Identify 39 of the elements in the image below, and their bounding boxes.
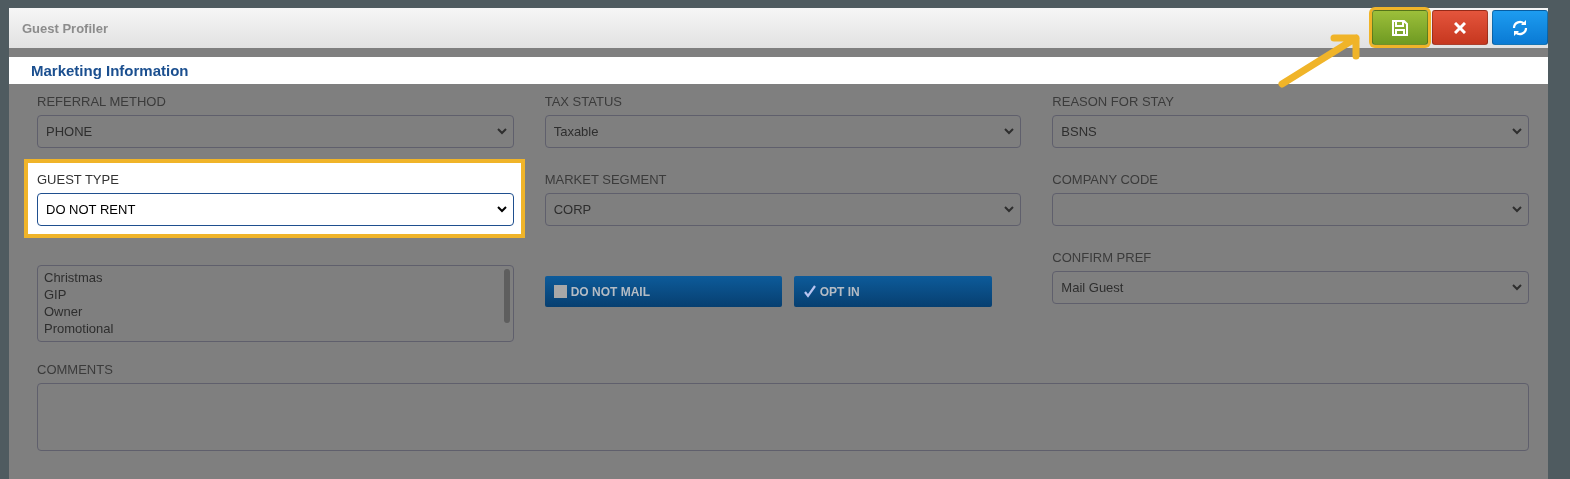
refresh-icon xyxy=(1511,18,1529,37)
close-icon xyxy=(1454,21,1466,34)
field-label: GUEST TYPE xyxy=(37,172,120,187)
chevron-down-icon xyxy=(1004,128,1015,135)
save-icon xyxy=(1392,19,1408,36)
comments-field[interactable] xyxy=(37,383,1529,451)
chevron-down-icon xyxy=(496,128,507,135)
cancel-button[interactable] xyxy=(1432,10,1488,45)
field-label: MARKET SEGMENT xyxy=(544,172,668,187)
list-option[interactable]: GIP xyxy=(44,286,507,303)
list-option[interactable]: Owner xyxy=(44,303,507,320)
chevron-down-icon xyxy=(1512,284,1522,291)
list-box[interactable]: Christmas GIP Owner Promotional xyxy=(37,265,514,342)
field-label: COMPANY CODE xyxy=(1052,172,1160,187)
save-button[interactable] xyxy=(1372,10,1428,45)
select-field[interactable]: BSNS xyxy=(1052,115,1529,148)
chevron-down-icon xyxy=(1512,206,1522,213)
checkbox-button[interactable]: OPT IN xyxy=(793,276,992,307)
list-option[interactable]: Christmas xyxy=(44,269,507,286)
checkbox-button[interactable]: DO NOT MAIL xyxy=(544,276,782,307)
select-field[interactable]: DO NOT RENT xyxy=(37,193,514,226)
field-label: TAX STATUS xyxy=(544,94,623,109)
select-field[interactable]: PHONE xyxy=(37,115,514,148)
select-field[interactable]: CORP xyxy=(544,193,1022,226)
list-option[interactable]: Promotional xyxy=(44,320,507,337)
window-title: Guest Profiler xyxy=(22,20,108,36)
scrollbar[interactable] xyxy=(503,269,510,323)
section-title: Marketing Information xyxy=(31,62,189,79)
chevron-down-icon xyxy=(1004,206,1015,213)
select-field[interactable] xyxy=(1052,193,1529,226)
select-field[interactable]: Taxable xyxy=(544,115,1022,148)
field-label: REASON FOR STAY xyxy=(1052,94,1175,109)
field-label: REFERRAL METHOD xyxy=(37,94,167,109)
chevron-down-icon xyxy=(496,206,507,213)
chevron-down-icon xyxy=(1512,128,1522,135)
refresh-button[interactable] xyxy=(1492,10,1548,45)
field-label: COMMENTS xyxy=(37,362,114,377)
select-field[interactable]: Mail Guest xyxy=(1052,271,1529,304)
field-label: CONFIRM PREF xyxy=(1052,250,1153,265)
